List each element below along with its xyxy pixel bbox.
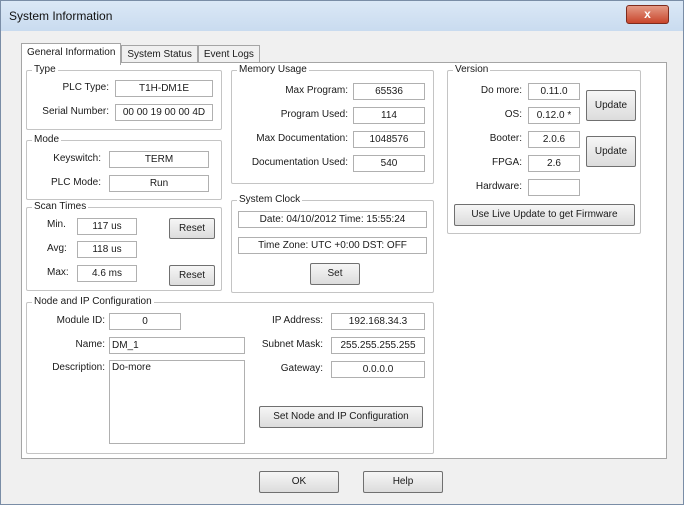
- live-update-button[interactable]: Use Live Update to get Firmware: [454, 204, 635, 226]
- close-button[interactable]: x: [626, 5, 669, 24]
- tab-general-information[interactable]: General Information: [21, 43, 122, 65]
- mode-group-title: Mode: [32, 134, 62, 146]
- type-group: Type PLC Type: T1H-DM1E Serial Number: 0…: [26, 64, 222, 130]
- node-name-label: Name:: [75, 339, 105, 350]
- do-more-version-field: 0.11.0: [528, 83, 580, 100]
- serial-number-label: Serial Number:: [42, 106, 109, 117]
- title-bar[interactable]: System Information x: [1, 1, 683, 31]
- max-program-label: Max Program:: [285, 85, 348, 96]
- max-documentation-field: 1048576: [353, 131, 425, 148]
- node-ip-config-group: Node and IP Configuration Module ID: 0 N…: [26, 296, 434, 454]
- ok-button[interactable]: OK: [259, 471, 339, 493]
- reset-min-button[interactable]: Reset: [169, 218, 215, 239]
- hardware-version-label: Hardware:: [475, 181, 522, 192]
- ip-address-field[interactable]: 192.168.34.3: [331, 313, 425, 330]
- version-group-title: Version: [453, 64, 491, 76]
- os-version-field: 0.12.0 *: [528, 107, 580, 124]
- set-clock-button[interactable]: Set: [310, 263, 360, 285]
- plc-type-field: T1H-DM1E: [115, 80, 213, 97]
- mode-group: Mode Keyswitch: TERM PLC Mode: Run: [26, 134, 222, 200]
- hardware-version-field: [528, 179, 580, 196]
- program-used-label: Program Used:: [280, 109, 348, 120]
- keyswitch-label: Keyswitch:: [53, 153, 101, 164]
- system-clock-group-title: System Clock: [237, 194, 303, 206]
- scan-min-label: Min.: [47, 219, 66, 230]
- memory-usage-group-title: Memory Usage: [237, 64, 309, 76]
- gateway-field[interactable]: 0.0.0.0: [331, 361, 425, 378]
- keyswitch-field: TERM: [109, 151, 209, 168]
- set-node-ip-config-button[interactable]: Set Node and IP Configuration: [259, 406, 423, 428]
- scan-avg-field: 118 us: [77, 241, 137, 258]
- update-fpga-button[interactable]: Update: [586, 136, 636, 167]
- description-label: Description:: [52, 362, 105, 373]
- gateway-label: Gateway:: [280, 363, 323, 374]
- tab-strip: General Information System Status Event …: [21, 43, 260, 65]
- documentation-used-label: Documentation Used:: [251, 157, 348, 168]
- node-name-field[interactable]: DM_1: [109, 337, 245, 354]
- scan-avg-label: Avg:: [47, 243, 67, 254]
- version-group: Version Do more: 0.11.0 OS: 0.12.0 * Upd…: [447, 64, 641, 234]
- do-more-version-label: Do more:: [480, 85, 522, 96]
- booter-version-label: Booter:: [489, 133, 522, 144]
- window-title: System Information: [9, 9, 113, 23]
- os-version-label: OS:: [504, 109, 522, 120]
- description-field[interactable]: Do-more: [109, 360, 245, 444]
- memory-usage-group: Memory Usage Max Program: 65536 Program …: [231, 64, 434, 184]
- scan-min-field: 117 us: [77, 218, 137, 235]
- help-button[interactable]: Help: [363, 471, 443, 493]
- general-information-panel: Type PLC Type: T1H-DM1E Serial Number: 0…: [21, 62, 667, 459]
- date-time-field: Date: 04/10/2012 Time: 15:55:24: [238, 211, 427, 228]
- plc-mode-field: Run: [109, 175, 209, 192]
- node-ip-config-group-title: Node and IP Configuration: [32, 296, 154, 308]
- module-id-field: 0: [109, 313, 181, 330]
- plc-mode-label: PLC Mode:: [50, 177, 101, 188]
- program-used-field: 114: [353, 107, 425, 124]
- close-icon: x: [644, 7, 651, 21]
- scan-max-field: 4.6 ms: [77, 265, 137, 282]
- scan-times-group: Scan Times Min. 117 us Reset Avg: 118 us…: [26, 201, 222, 291]
- timezone-field: Time Zone: UTC +0:00 DST: OFF: [238, 237, 427, 254]
- max-program-field: 65536: [353, 83, 425, 100]
- subnet-mask-field[interactable]: 255.255.255.255: [331, 337, 425, 354]
- plc-type-label: PLC Type:: [62, 82, 109, 93]
- reset-max-button[interactable]: Reset: [169, 265, 215, 286]
- max-documentation-label: Max Documentation:: [256, 133, 348, 144]
- update-firmware-button[interactable]: Update: [586, 90, 636, 121]
- type-group-title: Type: [32, 64, 58, 76]
- module-id-label: Module ID:: [56, 315, 105, 326]
- subnet-mask-label: Subnet Mask:: [261, 339, 323, 350]
- dialog-button-bar: [8, 463, 676, 499]
- serial-number-field: 00 00 19 00 00 4D: [115, 104, 213, 121]
- fpga-version-field: 2.6: [528, 155, 580, 172]
- fpga-version-label: FPGA:: [491, 157, 522, 168]
- scan-times-group-title: Scan Times: [32, 201, 89, 213]
- system-clock-group: System Clock Date: 04/10/2012 Time: 15:5…: [231, 194, 434, 293]
- ip-address-label: IP Address:: [272, 315, 323, 326]
- booter-version-field: 2.0.6: [528, 131, 580, 148]
- documentation-used-field: 540: [353, 155, 425, 172]
- system-information-window: System Information x General Information…: [0, 0, 684, 505]
- scan-max-label: Max:: [47, 267, 69, 278]
